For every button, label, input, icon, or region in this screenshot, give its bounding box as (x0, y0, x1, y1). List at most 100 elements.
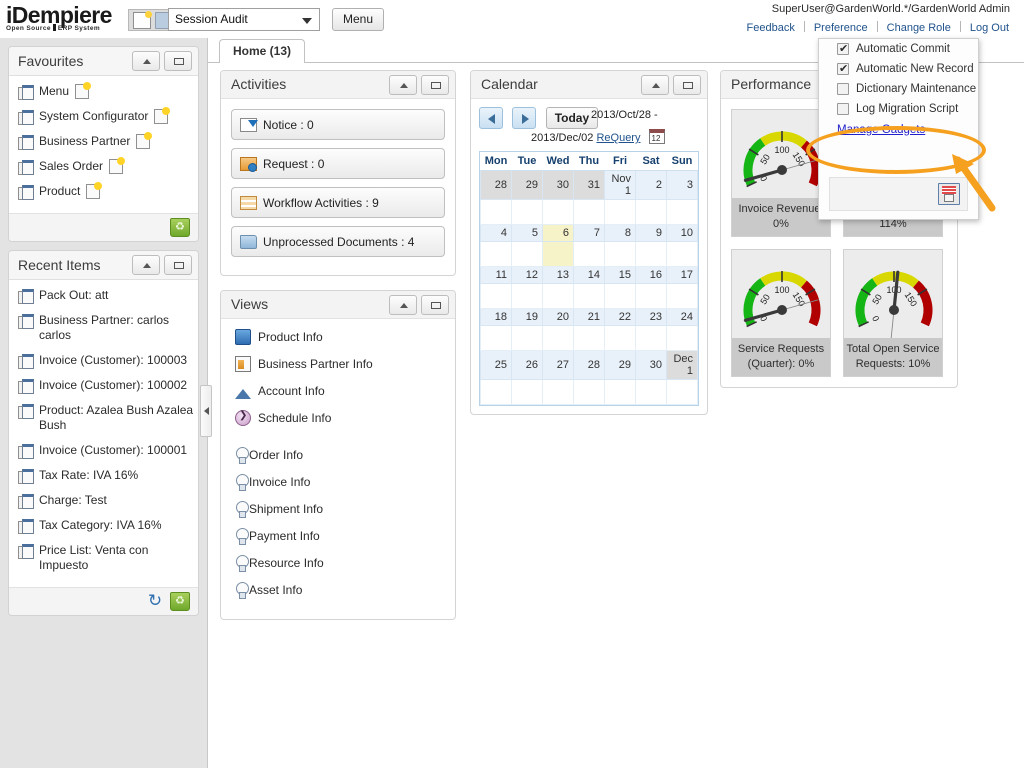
calendar-day-cell[interactable] (605, 200, 636, 225)
calendar-day-number[interactable]: 22 (605, 309, 636, 326)
log-out-link[interactable]: Log Out (961, 22, 1018, 34)
note-icon[interactable] (109, 159, 123, 174)
calendar-next-button[interactable] (512, 107, 536, 129)
calendar-day-cell[interactable] (574, 326, 605, 351)
view-asset-info[interactable]: Asset Info (231, 582, 445, 598)
view-resource-info[interactable]: Resource Info (231, 555, 445, 571)
gauge-box[interactable]: 050100150Total Open Service Requests: 10… (843, 249, 943, 377)
view-invoice-info[interactable]: Invoice Info (231, 474, 445, 490)
calendar-day-cell[interactable] (667, 242, 698, 267)
calendar-day-cell[interactable] (543, 284, 574, 309)
calendar-day-cell[interactable] (512, 200, 543, 225)
favourites-collapse-button[interactable] (132, 51, 160, 71)
checkbox-icon[interactable] (837, 43, 849, 55)
view-product-info[interactable]: Product Info (231, 329, 445, 345)
recent-items-collapse-button[interactable] (132, 255, 160, 275)
calendar-day-number[interactable]: 31 (574, 171, 605, 200)
calendar-day-number[interactable]: 30 (636, 351, 667, 380)
calendar-requery-link[interactable]: ReQuery (596, 132, 640, 144)
list-item[interactable]: Product: Azalea Bush Azalea Bush (18, 403, 194, 433)
note-icon[interactable] (75, 84, 89, 99)
unprocessed-documents-button[interactable]: Unprocessed Documents : 4 (231, 226, 445, 257)
calendar-day-number[interactable]: 25 (481, 351, 512, 380)
calendar-day-number[interactable]: 7 (574, 225, 605, 242)
calendar-day-number[interactable]: 24 (667, 309, 698, 326)
calendar-day-cell[interactable] (605, 284, 636, 309)
calendar-day-number[interactable]: Nov 1 (605, 171, 636, 200)
tab-home[interactable]: Home (13) (219, 39, 305, 63)
menu-button[interactable]: Menu (332, 8, 384, 31)
calendar-collapse-button[interactable] (641, 75, 669, 95)
list-item[interactable]: Menu (18, 84, 194, 99)
workflow-activities-button[interactable]: Workflow Activities : 9 (231, 187, 445, 218)
calendar-day-cell[interactable] (512, 380, 543, 405)
note-icon[interactable] (86, 184, 100, 199)
change-role-link[interactable]: Change Role (878, 22, 960, 34)
calendar-day-number[interactable]: 28 (574, 351, 605, 380)
calendar-day-number[interactable]: 2 (636, 171, 667, 200)
view-shipment-info[interactable]: Shipment Info (231, 501, 445, 517)
trash-recycle-icon[interactable] (170, 218, 190, 237)
trash-recycle-icon[interactable] (170, 592, 190, 611)
calendar-day-number[interactable]: 29 (512, 171, 543, 200)
view-business-partner-info[interactable]: Business Partner Info (231, 356, 445, 372)
calendar-day-number[interactable]: 8 (605, 225, 636, 242)
calendar-day-cell[interactable] (543, 326, 574, 351)
list-item[interactable]: Invoice (Customer): 100002 (18, 378, 194, 393)
calendar-day-cell[interactable] (667, 326, 698, 351)
calendar-day-number[interactable]: 15 (605, 267, 636, 284)
calendar-prev-button[interactable] (479, 107, 503, 129)
calendar-day-number[interactable]: 30 (543, 171, 574, 200)
calendar-day-cell[interactable] (574, 200, 605, 225)
calendar-day-cell[interactable] (481, 380, 512, 405)
calendar-day-cell[interactable] (574, 284, 605, 309)
calendar-day-number[interactable]: 16 (636, 267, 667, 284)
calendar-day-cell[interactable] (667, 380, 698, 405)
view-schedule-info[interactable]: Schedule Info (231, 410, 445, 426)
calendar-day-number[interactable]: 21 (574, 309, 605, 326)
calendar-day-cell[interactable] (543, 242, 574, 267)
activities-maximize-button[interactable] (421, 75, 449, 95)
feedback-link[interactable]: Feedback (738, 22, 804, 34)
list-item[interactable]: Pack Out: att (18, 288, 194, 303)
calendar-day-cell[interactable] (605, 380, 636, 405)
calendar-day-cell[interactable] (636, 326, 667, 351)
note-icon[interactable] (136, 134, 150, 149)
checkbox-icon[interactable] (837, 83, 849, 95)
view-payment-info[interactable]: Payment Info (231, 528, 445, 544)
notice-button[interactable]: Notice : 0 (231, 109, 445, 140)
calendar-day-cell[interactable] (605, 326, 636, 351)
calendar-day-number[interactable]: 6 (543, 225, 574, 242)
calendar-day-number[interactable]: Dec 1 (667, 351, 698, 380)
calendar-day-number[interactable]: 17 (667, 267, 698, 284)
view-order-info[interactable]: Order Info (231, 447, 445, 463)
calendar-day-cell[interactable] (667, 284, 698, 309)
calendar-day-cell[interactable] (636, 380, 667, 405)
activities-collapse-button[interactable] (389, 75, 417, 95)
calendar-day-cell[interactable] (481, 284, 512, 309)
window-select[interactable]: Session Audit (168, 8, 320, 31)
gauge-box[interactable]: 050100150Invoice Revenue: 0% (731, 109, 831, 237)
views-maximize-button[interactable] (421, 295, 449, 315)
calendar-day-cell[interactable] (512, 284, 543, 309)
recent-items-maximize-button[interactable] (164, 255, 192, 275)
manage-gadgets-link[interactable]: Manage Gadgets (837, 124, 925, 136)
list-item[interactable]: Tax Rate: IVA 16% (18, 468, 194, 483)
calendar-day-number[interactable]: 12 (512, 267, 543, 284)
calendar-day-cell[interactable] (481, 242, 512, 267)
calendar-day-number[interactable]: 26 (512, 351, 543, 380)
calendar-day-number[interactable]: 28 (481, 171, 512, 200)
calendar-day-cell[interactable] (512, 326, 543, 351)
note-icon[interactable] (154, 109, 168, 124)
list-item[interactable]: Charge: Test (18, 493, 194, 508)
favourites-maximize-button[interactable] (164, 51, 192, 71)
preference-link[interactable]: Preference (805, 22, 877, 34)
calendar-day-number[interactable]: 27 (543, 351, 574, 380)
views-collapse-button[interactable] (389, 295, 417, 315)
calendar-day-number[interactable]: 13 (543, 267, 574, 284)
refresh-icon[interactable]: ↻ (145, 592, 165, 611)
calendar-day-cell[interactable] (574, 380, 605, 405)
calendar-day-number[interactable]: 23 (636, 309, 667, 326)
checkbox-icon[interactable] (837, 103, 849, 115)
popup-item-automatic-new-record[interactable]: Automatic New Record (819, 59, 978, 79)
